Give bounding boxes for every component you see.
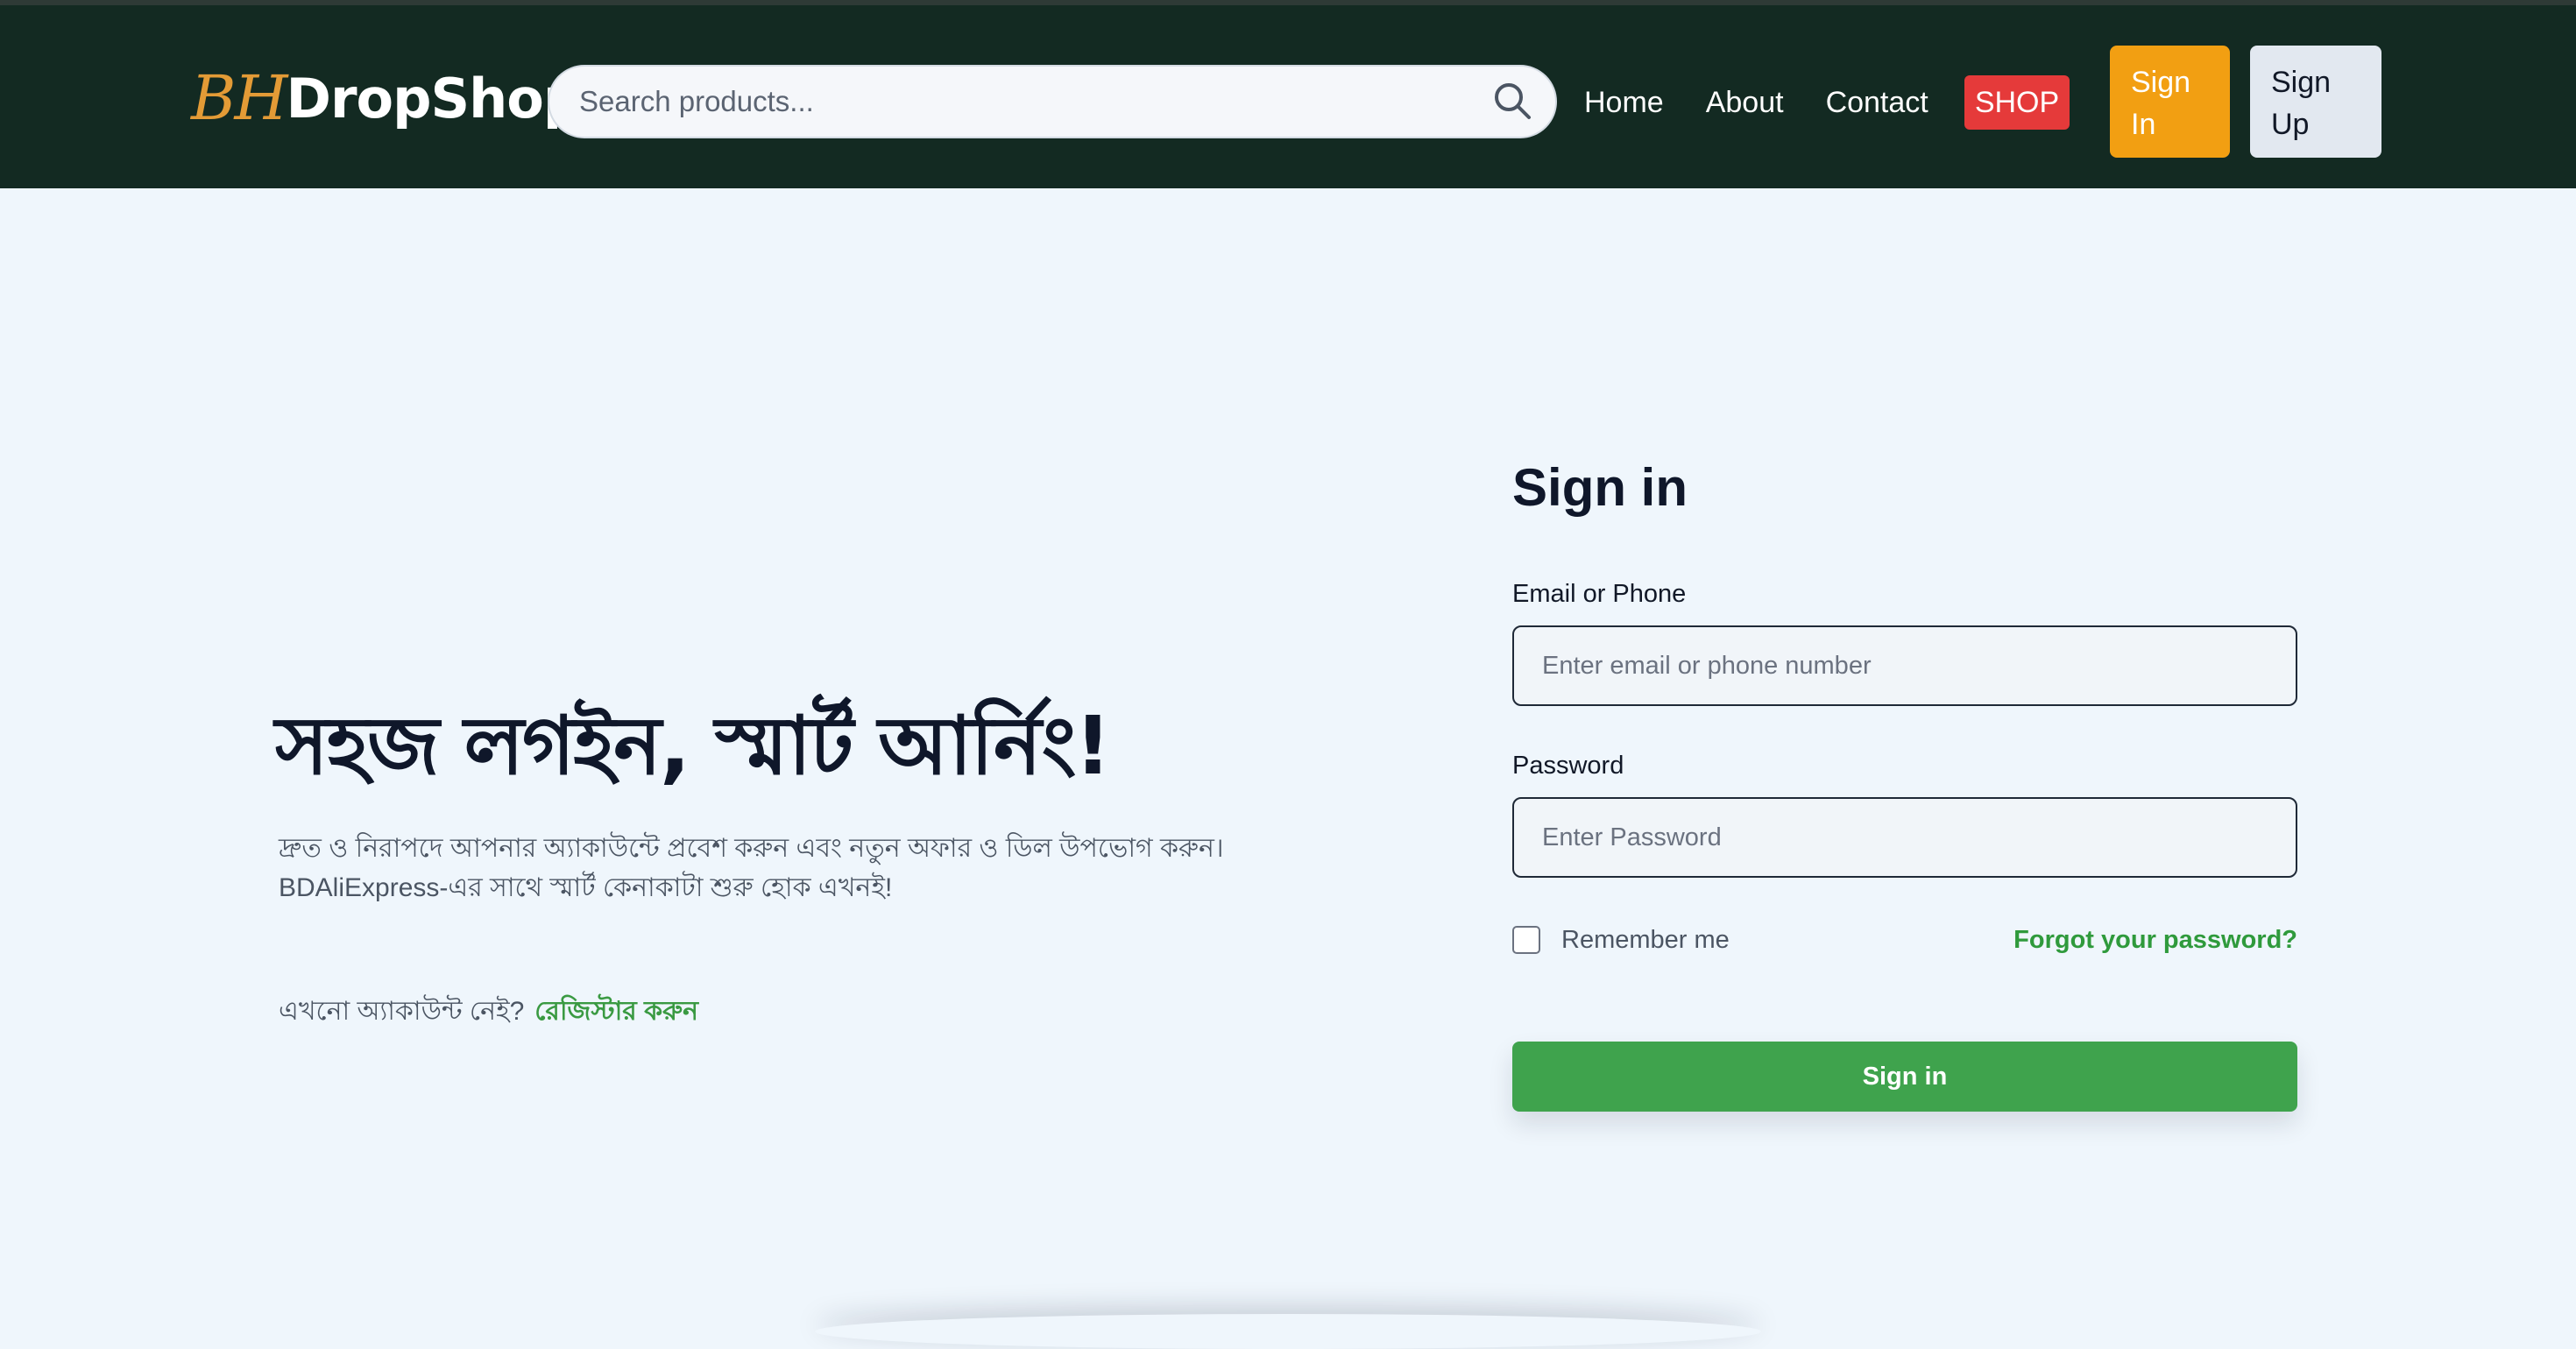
search-bar xyxy=(548,65,1557,138)
nav-contact-link[interactable]: Contact xyxy=(1826,86,1928,120)
hero-description-line-2: BDAliExpress-এর সাথে স্মার্ট কেনাকাটা শু… xyxy=(279,873,893,902)
password-label: Password xyxy=(1512,752,1624,780)
search-icon[interactable] xyxy=(1490,79,1536,124)
header-signin-label-1: Sign xyxy=(2131,66,2191,99)
signin-form-title: Sign in xyxy=(1512,458,1688,517)
shop-button[interactable]: SHOP xyxy=(1964,75,2070,130)
navbar: BHDropShop Home About Contact SHOP Sign … xyxy=(0,5,2576,188)
logo-dropshop-text: DropShop xyxy=(286,66,583,131)
remember-me-row: Remember me xyxy=(1512,924,1730,956)
signin-submit-button[interactable]: Sign in xyxy=(1512,1042,2297,1112)
header-signup-button[interactable]: Sign Up xyxy=(2250,46,2381,158)
footer-shadow xyxy=(815,1314,1761,1349)
email-label: Email or Phone xyxy=(1512,580,1687,608)
header-signin-label-2: In xyxy=(2131,108,2156,141)
register-link[interactable]: রেজিস্টার করুন xyxy=(534,997,698,1026)
hero-description-line-1: দ্রুত ও নিরাপদে আপনার অ্যাকাউন্টে প্রবেশ… xyxy=(279,834,1224,863)
logo-bh-text: BH xyxy=(191,62,287,134)
header-signin-button[interactable]: Sign In xyxy=(2110,46,2230,158)
main-nav: Home About Contact xyxy=(1584,74,1971,131)
password-field[interactable] xyxy=(1512,797,2297,878)
site-logo[interactable]: BH DropShop xyxy=(191,54,583,142)
hero-description: দ্রুত ও নিরাপদে আপনার অ্যাকাউন্টে প্রবেশ… xyxy=(279,829,1242,908)
nav-home-link[interactable]: Home xyxy=(1584,86,1664,120)
header-signup-label-2: Up xyxy=(2271,108,2310,141)
email-field[interactable] xyxy=(1512,625,2297,706)
header-signup-label-1: Sign xyxy=(2271,66,2332,99)
search-input[interactable] xyxy=(577,67,1454,137)
hero-title: সহজ লগইন, স্মার্ট আর্নিং! xyxy=(275,699,1111,793)
forgot-password-link[interactable]: Forgot your password? xyxy=(2013,924,2297,956)
register-prompt: এখনো অ্যাকাউন্ট নেই? রেজিস্টার করুন xyxy=(279,990,698,1035)
remember-me-checkbox[interactable] xyxy=(1512,926,1540,954)
remember-me-label[interactable]: Remember me xyxy=(1561,926,1730,955)
no-account-text: এখনো অ্যাকাউন্ট নেই? xyxy=(279,997,525,1026)
nav-about-link[interactable]: About xyxy=(1706,86,1784,120)
